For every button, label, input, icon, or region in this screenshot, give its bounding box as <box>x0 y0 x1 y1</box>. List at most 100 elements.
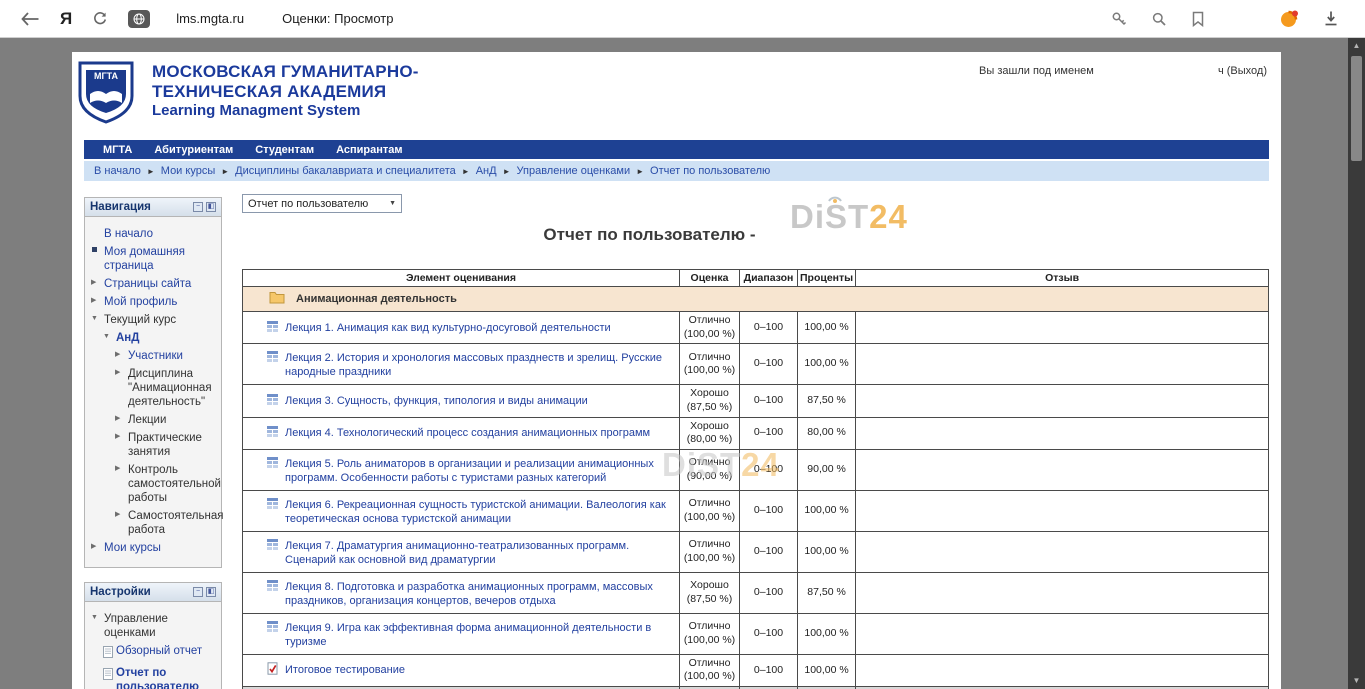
settings-block-body: ▼Управление оценками Обзорный отчет Отчет … <box>85 602 221 689</box>
tree-item[interactable]: ▼АнД <box>88 331 218 345</box>
bookmark-flag-icon[interactable] <box>1191 11 1205 27</box>
grade-percent-value: (100,00 %) <box>682 364 737 378</box>
scrollbar-up-icon[interactable]: ▲ <box>1348 38 1365 54</box>
download-icon[interactable] <box>1323 10 1339 27</box>
block-dock-icon[interactable]: ◧ <box>206 587 216 597</box>
tree-item[interactable]: ▶Дисциплина "Анимационная деятельность" <box>88 367 218 409</box>
tree-item[interactable]: ▶Практические занятия <box>88 431 218 459</box>
grade-value: Хорошо <box>682 387 737 401</box>
column-header: Проценты <box>798 270 856 287</box>
chevron-right-icon: ▶ <box>115 509 128 520</box>
tree-item[interactable]: ▶Мои курсы <box>88 541 218 555</box>
chevron-down-icon: ▼ <box>103 331 116 342</box>
tree-item[interactable]: ▼Текущий курс <box>88 313 218 327</box>
tree-item[interactable]: ▶Контроль самостоятельной работы <box>88 463 218 505</box>
tree-item[interactable]: В начало <box>88 227 218 241</box>
tree-item-label: АнД <box>116 331 139 345</box>
tree-item[interactable]: ▼Управление оценками <box>88 612 218 640</box>
breadcrumb-link[interactable]: Мои курсы <box>161 165 215 177</box>
tree-item[interactable]: ▶Лекции <box>88 413 218 427</box>
reload-icon[interactable] <box>92 11 108 27</box>
tree-spacer <box>91 227 104 229</box>
search-icon[interactable] <box>1151 11 1167 27</box>
main-nav-item[interactable]: МГТА <box>92 144 143 156</box>
feedback-value <box>856 417 1269 449</box>
grade-item-row: Лекция 9. Игра как эффективная форма ани… <box>243 613 1269 654</box>
grade-table-header-row: Элемент оцениванияОценкаДиапазонПроценты… <box>243 270 1269 287</box>
breadcrumb-link[interactable]: В начало <box>94 165 141 177</box>
block-collapse-icon[interactable]: − <box>193 202 203 212</box>
percent-value: 100,00 % <box>798 490 856 531</box>
grade-value: Хорошо <box>682 579 737 593</box>
grade-item-link[interactable]: Лекция 7. Драматургия анимационно-театра… <box>285 540 629 566</box>
tree-item[interactable]: ▶Мой профиль <box>88 295 218 309</box>
password-manager-key-icon[interactable] <box>1111 11 1127 27</box>
grade-item-link[interactable]: Итоговое тестирование <box>285 664 405 676</box>
breadcrumb-link[interactable]: Отчет по пользователю <box>650 165 770 177</box>
main-nav-item[interactable]: Студентам <box>244 144 325 156</box>
yandex-browser-icon[interactable]: Я <box>60 9 72 29</box>
yandex-services-notification-icon[interactable] <box>1279 9 1299 29</box>
grade-item-link[interactable]: Лекция 4. Технологический процесс создан… <box>285 427 650 439</box>
tree-item[interactable]: Отчет по пользователю <box>88 666 218 689</box>
block-collapse-icon[interactable]: − <box>193 587 203 597</box>
tree-item-label: В начало <box>104 227 153 241</box>
grade-value: Отлично <box>682 497 737 511</box>
tree-item-label: Мои курсы <box>104 541 161 555</box>
navigation-block-body: В начало Моя домашняя страница ▶Страницы с… <box>85 217 221 567</box>
category-row: Анимационная деятельность <box>243 287 1269 312</box>
logout-link[interactable]: ч (Выход) <box>1218 65 1267 77</box>
grade-item-row: Итоговое тестированиеОтлично(100,00 %)0–… <box>243 654 1269 686</box>
grade-item-link[interactable]: Лекция 6. Рекреационная сущность туристс… <box>285 499 666 525</box>
grade-item-link[interactable]: Лекция 2. История и хронология массовых … <box>285 352 662 378</box>
breadcrumb-link[interactable]: Дисциплины бакалавриата и специалитета <box>235 165 456 177</box>
tree-item-label: Контроль самостоятельной работы <box>128 463 221 505</box>
window-scrollbar[interactable]: ▲ ▼ <box>1348 38 1365 689</box>
tree-item[interactable]: ▶Участники <box>88 349 218 363</box>
tree-item-label: Текущий курс <box>104 313 176 327</box>
feedback-value <box>856 344 1269 385</box>
grade-value: Отлично <box>682 351 737 365</box>
report-page-icon <box>103 644 116 662</box>
mgta-logo: МГТА <box>77 61 135 130</box>
scrollbar-thumb[interactable] <box>1351 56 1362 161</box>
main-nav-item[interactable]: Аспирантам <box>325 144 413 156</box>
back-icon[interactable] <box>20 11 40 27</box>
grade-item-row: Лекция 2. История и хронология массовых … <box>243 344 1269 385</box>
report-type-select[interactable]: Отчет по пользователю ▼ <box>242 194 402 213</box>
grade-item-link[interactable]: Лекция 9. Игра как эффективная форма ани… <box>285 622 651 648</box>
tree-item[interactable]: Обзорный отчет <box>88 644 218 662</box>
breadcrumb-link[interactable]: Управление оценками <box>517 165 631 177</box>
tree-item-label: Моя домашняя страница <box>104 245 218 273</box>
tree-item-label: Обзорный отчет <box>116 644 202 658</box>
lesson-icon <box>266 350 279 366</box>
site-security-globe-icon[interactable] <box>128 10 150 28</box>
address-bar-page-title: Оценки: Просмотр <box>282 11 393 26</box>
tree-item-label: Практические занятия <box>128 431 218 459</box>
lesson-icon <box>266 393 279 409</box>
tree-item-label: Самостоятельная работа <box>128 509 223 537</box>
block-dock-icon[interactable]: ◧ <box>206 202 216 212</box>
range-value: 0–100 <box>740 490 798 531</box>
tree-item[interactable]: Моя домашняя страница <box>88 245 218 273</box>
grade-item-link[interactable]: Лекция 1. Анимация как вид культурно-дос… <box>285 322 611 334</box>
main-nav-item[interactable]: Абитуриентам <box>143 144 244 156</box>
grade-value: Отлично <box>682 314 737 328</box>
tree-item[interactable]: ▶Страницы сайта <box>88 277 218 291</box>
feedback-value <box>856 572 1269 613</box>
main-content: Отчет по пользователю ▼ DiST24 Отчет по … <box>242 194 1269 689</box>
grade-item-link[interactable]: Лекция 8. Подготовка и разработка анимац… <box>285 581 653 607</box>
lesson-icon <box>266 497 279 513</box>
breadcrumb-link[interactable]: АнД <box>476 165 497 177</box>
feedback-value <box>856 490 1269 531</box>
tree-item[interactable]: ▶Самостоятельная работа <box>88 509 218 537</box>
lesson-icon <box>266 320 279 336</box>
grade-item-link[interactable]: Лекция 5. Роль аниматоров в организации … <box>285 458 654 484</box>
scrollbar-down-icon[interactable]: ▼ <box>1348 673 1365 689</box>
grade-item-link[interactable]: Лекция 3. Сущность, функция, типология и… <box>285 395 588 407</box>
grade-item-row: Лекция 1. Анимация как вид культурно-дос… <box>243 312 1269 344</box>
grade-value: Отлично <box>682 456 737 470</box>
tree-item-label: Участники <box>128 349 183 363</box>
address-bar-url[interactable]: lms.mgta.ru <box>176 11 244 26</box>
column-header: Элемент оценивания <box>243 270 680 287</box>
